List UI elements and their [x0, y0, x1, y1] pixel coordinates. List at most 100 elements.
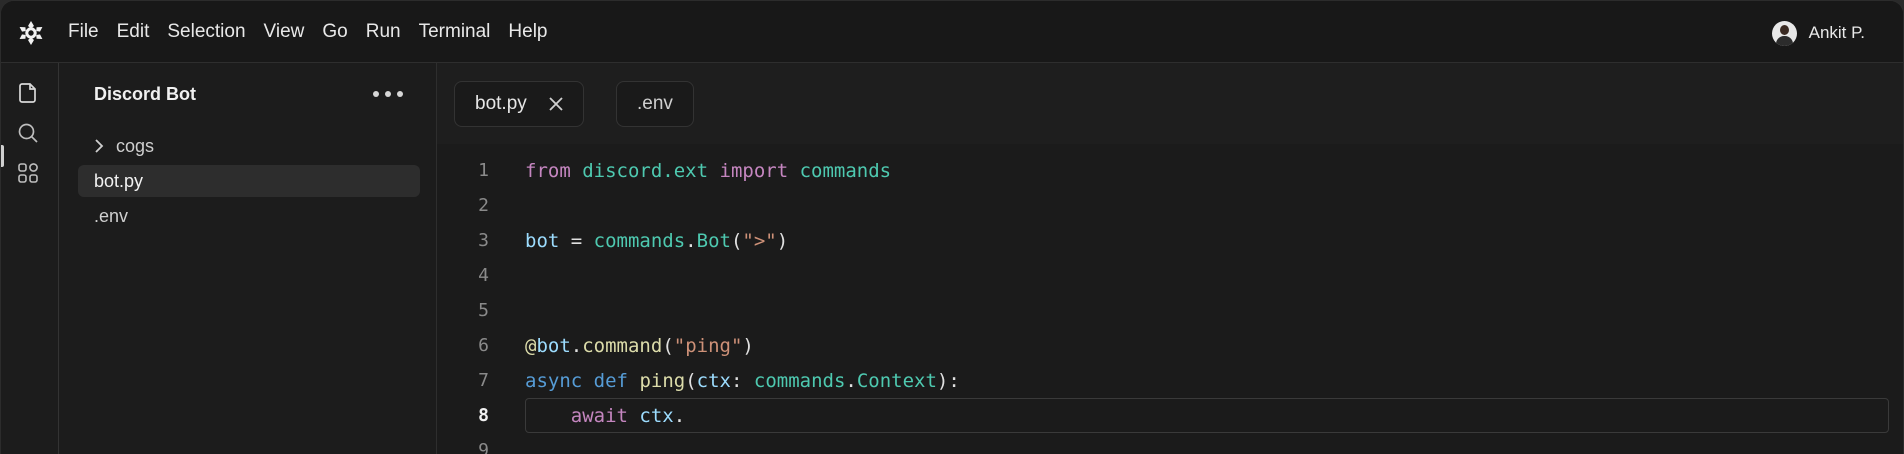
code-token: ctx	[639, 404, 674, 427]
code-token: commands	[753, 369, 846, 392]
active-view-indicator	[1, 145, 4, 167]
line-number: 3	[478, 230, 489, 251]
menu-terminal[interactable]: Terminal	[419, 21, 491, 43]
code-token: async	[525, 369, 583, 392]
menu-file[interactable]: File	[68, 21, 99, 43]
user-profile[interactable]: Ankit P.	[1771, 20, 1865, 46]
tab-env[interactable]: .env	[616, 81, 694, 127]
activity-bar	[1, 63, 59, 454]
code-token: )	[742, 334, 754, 357]
code-line[interactable]: 5	[437, 293, 1903, 328]
line-number: 1	[478, 160, 489, 181]
code-token: bot	[536, 334, 571, 357]
line-number: 7	[478, 370, 489, 391]
tree-item-label: cogs	[116, 135, 155, 156]
menu-view[interactable]: View	[264, 21, 305, 43]
code-token: discord.ext	[582, 159, 709, 182]
tree-item-label: bot.py	[94, 170, 144, 191]
code-token: ):	[936, 369, 960, 392]
code-token: .	[570, 334, 583, 357]
code-token: def	[593, 369, 628, 392]
code-line[interactable]: 9	[437, 433, 1903, 454]
menu-edit[interactable]: Edit	[117, 21, 150, 43]
tab-label: .env	[637, 93, 673, 114]
code-token: from	[525, 159, 571, 182]
line-number: 8	[478, 405, 489, 426]
search-icon[interactable]	[16, 121, 40, 145]
code-token: import	[719, 159, 789, 182]
code-token: ">"	[742, 229, 777, 252]
menu-help[interactable]: Help	[508, 21, 547, 43]
code-token: ping	[639, 369, 686, 392]
tab-bot-py[interactable]: bot.py	[454, 81, 584, 127]
line-number: 2	[478, 195, 489, 216]
code-token: (	[730, 229, 743, 252]
menu-run[interactable]: Run	[366, 21, 401, 43]
code-token: command	[582, 334, 663, 357]
avatar[interactable]	[1771, 20, 1797, 46]
code-text: await ctx.	[525, 405, 685, 427]
menu-selection[interactable]: Selection	[167, 21, 245, 43]
line-number: 6	[478, 335, 489, 356]
title-bar: File Edit Selection View Go Run Terminal…	[1, 1, 1903, 63]
app-logo-icon[interactable]	[18, 20, 44, 46]
extensions-icon[interactable]	[16, 161, 40, 185]
tree-file-env[interactable]: .env	[78, 200, 420, 232]
code-editor[interactable]: 1 from discord.ext import commands 2 3 bot =…	[437, 144, 1903, 454]
line-number: 9	[478, 440, 489, 454]
code-text: bot = commands.Bot(">")	[525, 230, 788, 252]
code-line[interactable]: 3 bot = commands.Bot(">")	[437, 223, 1903, 258]
code-text: async def ping(ctx: commands.Context):	[525, 370, 960, 392]
tree-file-bot-py[interactable]: bot.py	[78, 165, 420, 197]
menu-go[interactable]: Go	[322, 21, 347, 43]
tree-item-label: .env	[94, 205, 129, 226]
code-token: commands	[799, 159, 892, 182]
code-token: Bot	[696, 229, 731, 252]
code-line[interactable]: 6 @bot.command("ping")	[437, 328, 1903, 363]
more-options-button[interactable]	[373, 87, 403, 101]
code-token: "ping"	[673, 334, 743, 357]
code-token: (	[685, 369, 697, 392]
tab-label: bot.py	[475, 93, 527, 114]
files-icon[interactable]	[16, 81, 40, 105]
code-token: =	[559, 229, 594, 252]
code-token: commands	[593, 229, 686, 252]
code-token: bot	[525, 229, 560, 252]
code-line[interactable]: 1 from discord.ext import commands	[437, 153, 1903, 188]
code-line[interactable]: 7 async def ping(ctx: commands.Context):	[437, 363, 1903, 398]
editor-panel: bot.py .env 1 from discord.ext import com…	[437, 63, 1903, 454]
dot-icon	[397, 91, 403, 97]
code-token: Context	[856, 369, 937, 392]
line-number: 4	[478, 265, 489, 286]
file-explorer: Discord Bot cogs bot.py .env	[59, 63, 437, 454]
tree-folder-cogs[interactable]: cogs	[78, 130, 420, 162]
code-token: await	[570, 404, 628, 427]
line-number: 5	[478, 300, 489, 321]
close-icon[interactable]	[545, 93, 567, 115]
code-token: ctx	[696, 369, 731, 392]
code-token: .	[673, 404, 686, 427]
dot-icon	[385, 91, 391, 97]
chevron-right-icon	[95, 139, 104, 153]
code-line[interactable]: 4	[437, 258, 1903, 293]
ide-window: File Edit Selection View Go Run Terminal…	[0, 0, 1904, 454]
code-token: .	[685, 229, 697, 252]
code-text: @bot.command("ping")	[525, 335, 754, 357]
code-token: .	[845, 369, 857, 392]
explorer-title: Discord Bot	[94, 84, 197, 104]
code-token: @	[525, 334, 537, 357]
code-line[interactable]: 2	[437, 188, 1903, 223]
code-text: from discord.ext import commands	[525, 160, 891, 182]
code-token: (	[662, 334, 674, 357]
tab-bar: bot.py .env	[437, 63, 1903, 144]
code-line[interactable]: 8 await ctx.	[437, 398, 1903, 433]
code-token: :	[730, 369, 754, 392]
dot-icon	[373, 91, 379, 97]
user-name: Ankit P.	[1808, 23, 1865, 42]
